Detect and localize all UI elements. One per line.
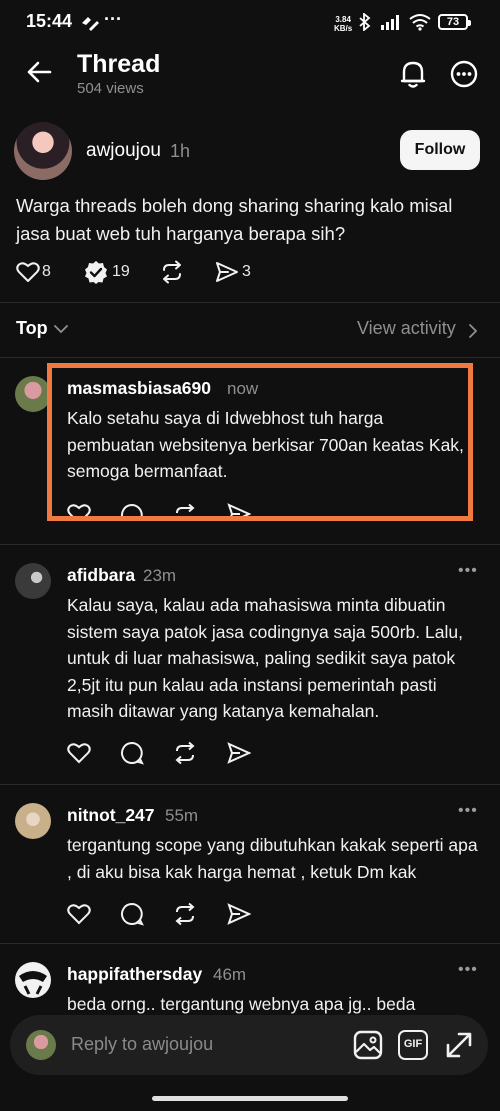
chevron-down-icon[interactable] <box>54 324 68 334</box>
comment-time: 46m <box>213 965 247 984</box>
highlight-box <box>47 363 473 521</box>
network-speed: 3.84 KB/s <box>334 15 352 33</box>
divider <box>0 302 500 303</box>
commenter-avatar[interactable] <box>15 563 51 599</box>
comment-more-icon[interactable]: ••• <box>458 802 478 820</box>
comment-more-icon[interactable]: ••• <box>458 961 478 979</box>
repost-icon[interactable] <box>173 741 197 765</box>
post-text: Warga threads boleh dong sharing sharing… <box>16 195 453 244</box>
page-title: Thread <box>77 50 161 78</box>
threads-notification-icon <box>82 17 99 31</box>
share-icon[interactable] <box>227 742 251 764</box>
commenter-avatar[interactable] <box>15 376 51 412</box>
commenter-name[interactable]: nitnot_247 <box>67 805 155 826</box>
post-time: 1h <box>170 141 191 161</box>
replies-verified-icon[interactable] <box>84 260 108 284</box>
reply-input[interactable]: Reply to awjoujou <box>71 1034 213 1055</box>
author-avatar[interactable] <box>14 122 72 180</box>
like-icon[interactable] <box>67 742 91 764</box>
share-icon[interactable] <box>227 903 251 925</box>
comment-text: tergantung scope yang dibutuhkan kakak s… <box>67 835 478 882</box>
wifi-icon <box>409 14 431 31</box>
commenter-name[interactable]: afidbara <box>67 565 135 586</box>
divider <box>0 544 500 545</box>
comment-time: 55m <box>165 806 199 825</box>
share-count: 3 <box>242 263 251 280</box>
speed-unit: KB/s <box>334 24 353 33</box>
speed-value: 3.84 <box>335 15 351 24</box>
reply-icon[interactable] <box>120 902 144 926</box>
chevron-right-icon[interactable] <box>468 323 478 339</box>
bluetooth-icon <box>359 13 371 31</box>
follow-button[interactable]: Follow <box>400 130 480 170</box>
signal-icon <box>381 15 399 30</box>
comment-text: Kalau saya, kalau ada mahasiswa minta di… <box>67 595 463 721</box>
divider <box>0 357 500 358</box>
comment-time: 23m <box>143 566 177 585</box>
like-icon[interactable] <box>67 903 91 925</box>
comment-more-icon[interactable]: ••• <box>458 562 478 580</box>
sort-label: Top <box>16 318 48 338</box>
image-icon[interactable] <box>353 1030 383 1060</box>
battery-indicator: 73 <box>438 14 471 30</box>
status-time: 15:44 <box>26 11 73 31</box>
comment-text: beda orng.. tergantung webnya apa jg.. b… <box>67 994 416 1014</box>
user-avatar <box>26 1030 56 1060</box>
like-count: 8 <box>42 263 51 280</box>
view-activity-link[interactable]: View activity <box>357 318 456 339</box>
expand-icon[interactable] <box>444 1030 474 1060</box>
back-arrow-icon[interactable] <box>26 60 52 84</box>
commenter-avatar[interactable] <box>15 962 51 998</box>
repost-icon[interactable] <box>160 260 184 284</box>
commenter-avatar[interactable] <box>15 803 51 839</box>
repost-icon[interactable] <box>173 902 197 926</box>
author-name[interactable]: awjoujou <box>86 140 161 162</box>
view-count: 504 views <box>77 80 144 97</box>
share-icon[interactable] <box>215 261 239 283</box>
bell-icon[interactable] <box>399 59 427 89</box>
sort-dropdown[interactable]: Top <box>16 318 48 339</box>
status-bar: 15:44 ··· 3.84 KB/s 73 <box>0 0 500 44</box>
divider <box>0 784 500 785</box>
reply-count: 19 <box>112 263 130 280</box>
reply-icon[interactable] <box>120 741 144 765</box>
home-indicator[interactable] <box>152 1096 348 1101</box>
like-icon[interactable] <box>16 261 40 283</box>
more-notifications-icon: ··· <box>104 9 122 29</box>
commenter-name[interactable]: happifathersday <box>67 964 202 985</box>
divider <box>0 943 500 944</box>
more-circle-icon[interactable] <box>450 60 478 88</box>
logo-icon <box>19 971 47 995</box>
gif-button[interactable]: GIF <box>398 1030 428 1060</box>
